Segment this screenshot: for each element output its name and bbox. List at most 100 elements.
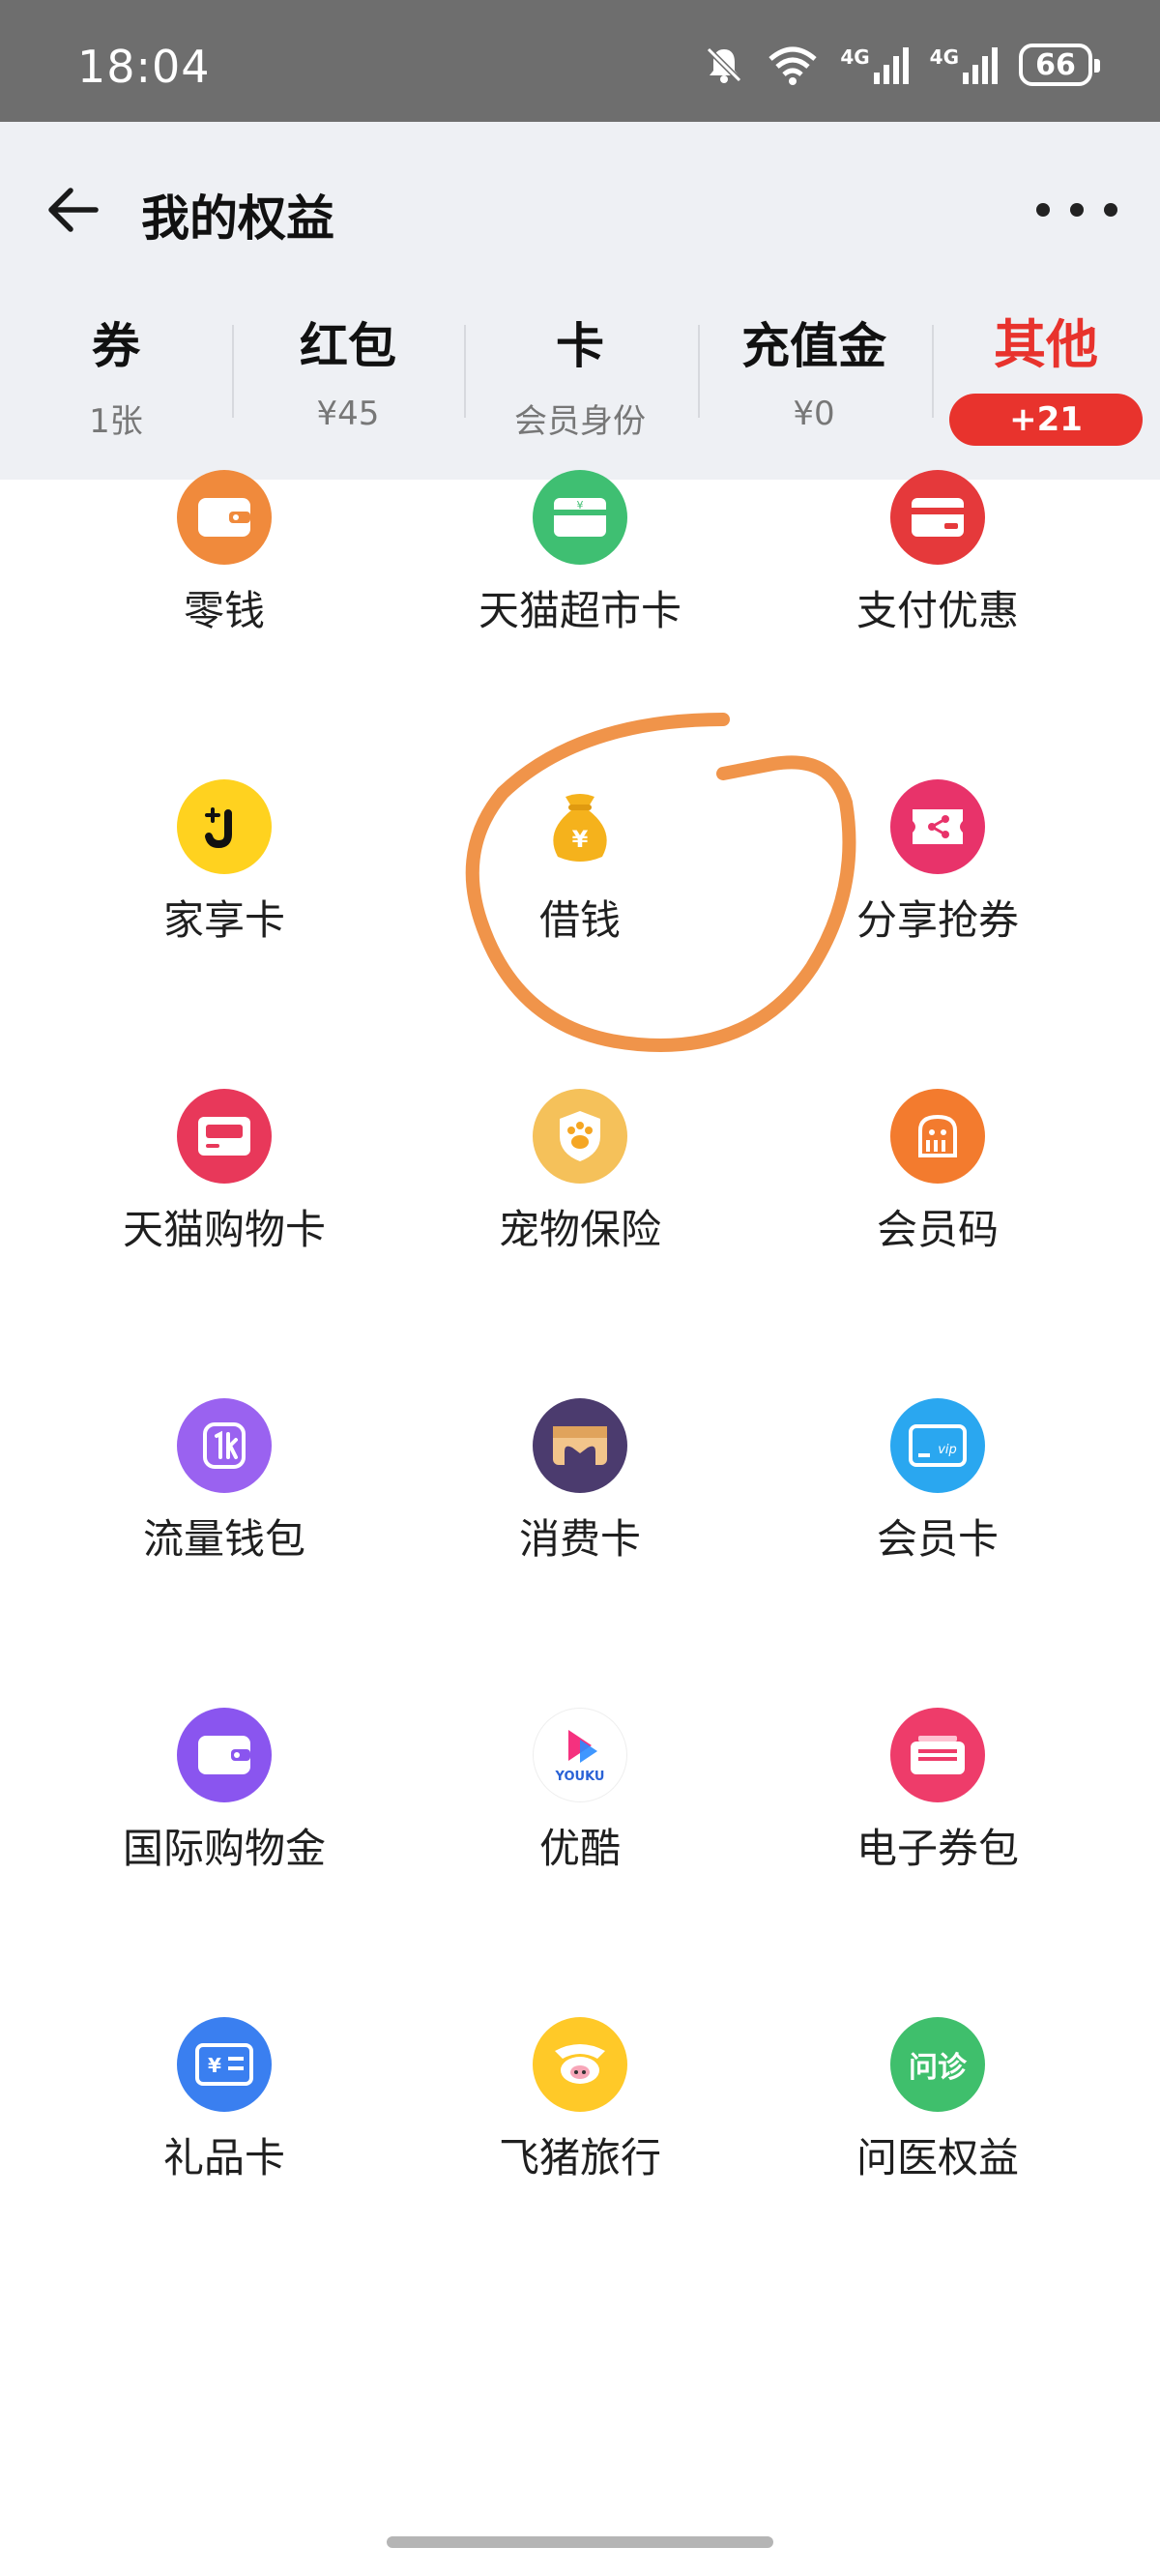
benefit-label: 问医权益 bbox=[856, 2134, 1019, 2181]
benefit-tmall-shopping-card[interactable]: 天猫购物卡 bbox=[50, 1079, 398, 1369]
dot bbox=[1104, 203, 1117, 217]
benefit-label: 天猫购物卡 bbox=[122, 1206, 326, 1253]
tab-other[interactable]: 其他 +21 bbox=[949, 302, 1143, 446]
youku-icon: YOUKU bbox=[533, 1708, 627, 1802]
pet-insurance-icon bbox=[533, 1089, 627, 1184]
benefit-label: 优酷 bbox=[538, 1825, 621, 1872]
benefit-payment-discount[interactable]: 支付优惠 bbox=[764, 460, 1112, 750]
tab-label: 红包 bbox=[300, 318, 396, 374]
benefit-label: 流量钱包 bbox=[142, 1515, 305, 1563]
battery-level: 66 bbox=[1035, 47, 1076, 82]
tab-sub: ¥0 bbox=[793, 395, 835, 433]
benefit-fliggy-travel[interactable]: 飞猪旅行 bbox=[406, 2007, 754, 2298]
tab-label: 充值金 bbox=[741, 318, 886, 374]
divider bbox=[464, 325, 466, 418]
tab-top-up[interactable]: 充值金 ¥0 bbox=[717, 302, 911, 433]
tab-label: 卡 bbox=[556, 318, 604, 374]
consumer-card-icon bbox=[533, 1398, 627, 1493]
back-arrow-icon bbox=[48, 188, 99, 232]
supermarket-card-icon: ¥ bbox=[533, 470, 627, 565]
benefit-e-coupon-pack[interactable]: 电子券包 bbox=[764, 1698, 1112, 1988]
tab-red-packets[interactable]: 红包 ¥45 bbox=[251, 302, 445, 433]
benefit-change[interactable]: 零钱 bbox=[50, 460, 398, 750]
wifi-icon bbox=[768, 46, 817, 85]
benefit-family-card[interactable]: 家享卡 bbox=[50, 770, 398, 1060]
shopping-card-icon bbox=[177, 1089, 272, 1184]
signal-1: 4G bbox=[840, 45, 909, 84]
payment-card-icon bbox=[890, 470, 985, 565]
benefit-label: 分享抢券 bbox=[856, 896, 1019, 944]
benefit-label: 国际购物金 bbox=[122, 1825, 326, 1872]
benefit-global-shopping-gold[interactable]: 国际购物金 bbox=[50, 1698, 398, 1988]
youku-logo-text: YOUKU bbox=[555, 1770, 605, 1784]
more-options-button[interactable] bbox=[1036, 186, 1117, 234]
divider bbox=[698, 325, 700, 418]
member-code-icon bbox=[890, 1089, 985, 1184]
benefit-label: 家享卡 bbox=[162, 896, 285, 944]
back-button[interactable] bbox=[39, 176, 106, 244]
divider bbox=[232, 325, 234, 418]
tab-sub: 1张 bbox=[89, 402, 143, 441]
benefit-data-wallet[interactable]: 流量钱包 bbox=[50, 1389, 398, 1679]
fliggy-icon bbox=[533, 2017, 627, 2112]
share-coupon-icon bbox=[890, 779, 985, 874]
divider bbox=[932, 325, 934, 418]
benefit-gift-card[interactable]: ¥ 礼品卡 bbox=[50, 2007, 398, 2298]
benefit-label: 借钱 bbox=[538, 896, 621, 944]
tab-cards[interactable]: 卡 会员身份 bbox=[483, 302, 677, 441]
benefit-label: 天猫超市卡 bbox=[478, 587, 682, 634]
benefit-label: 会员码 bbox=[876, 1206, 999, 1253]
benefit-share-coupon[interactable]: 分享抢券 bbox=[764, 770, 1112, 1060]
benefit-label: 电子券包 bbox=[856, 1825, 1019, 1872]
benefit-label: 零钱 bbox=[183, 587, 265, 634]
status-bar: 18:04 4G 4G 66 bbox=[0, 0, 1160, 122]
status-time: 18:04 bbox=[77, 41, 211, 93]
mute-icon bbox=[707, 46, 742, 83]
svg-text:¥: ¥ bbox=[208, 2054, 221, 2077]
benefit-youku[interactable]: YOUKU 优酷 bbox=[406, 1698, 754, 1988]
benefit-pet-insurance[interactable]: 宠物保险 bbox=[406, 1079, 754, 1369]
gift-card-icon: ¥ bbox=[177, 2017, 272, 2112]
tab-label: 券 bbox=[92, 318, 140, 374]
svg-text:¥: ¥ bbox=[572, 826, 589, 853]
signal-icon bbox=[873, 47, 909, 84]
page-title: 我的权益 bbox=[141, 190, 334, 247]
data-wallet-icon bbox=[177, 1398, 272, 1493]
battery-icon: 66 bbox=[1019, 44, 1100, 86]
vip-card-icon: vip bbox=[890, 1398, 985, 1493]
tab-coupons[interactable]: 券 1张 bbox=[19, 302, 213, 441]
benefit-vip-card[interactable]: vip 会员卡 bbox=[764, 1389, 1112, 1679]
benefit-label: 支付优惠 bbox=[856, 587, 1019, 634]
benefit-member-code[interactable]: 会员码 bbox=[764, 1079, 1112, 1369]
tab-label: 其他 bbox=[994, 314, 1098, 375]
dot bbox=[1070, 203, 1084, 217]
e-coupon-icon bbox=[890, 1708, 985, 1802]
benefit-borrow-money[interactable]: ¥ 借钱 bbox=[406, 770, 754, 1060]
home-indicator[interactable] bbox=[387, 2536, 773, 2548]
signal-2: 4G bbox=[930, 45, 998, 84]
benefit-label: 会员卡 bbox=[876, 1515, 999, 1563]
benefit-doctor-consult[interactable]: 问诊 问医权益 bbox=[764, 2007, 1112, 2298]
status-icons: 4G 4G 66 bbox=[703, 39, 1100, 91]
consult-icon-text: 问诊 bbox=[909, 2051, 967, 2085]
money-bag-icon: ¥ bbox=[533, 779, 627, 874]
benefit-supermarket-card[interactable]: ¥ 天猫超市卡 bbox=[406, 460, 754, 750]
tab-sub: ¥45 bbox=[316, 395, 380, 433]
benefit-consumer-card[interactable]: 消费卡 bbox=[406, 1389, 754, 1679]
global-wallet-icon bbox=[177, 1708, 272, 1802]
network-label: 4G bbox=[840, 45, 870, 69]
benefit-label: 飞猪旅行 bbox=[498, 2134, 661, 2181]
svg-text:¥: ¥ bbox=[577, 499, 584, 512]
benefit-label: 礼品卡 bbox=[162, 2134, 285, 2181]
count-badge: +21 bbox=[949, 394, 1143, 446]
wallet-icon bbox=[177, 470, 272, 565]
network-label: 4G bbox=[929, 45, 959, 69]
header: 我的权益 券 1张 红包 ¥45 卡 会员身份 充值金 ¥0 其他 +21 bbox=[0, 122, 1160, 480]
signal-icon bbox=[963, 47, 998, 84]
dot bbox=[1036, 203, 1050, 217]
benefit-tabs: 券 1张 红包 ¥45 卡 会员身份 充值金 ¥0 其他 +21 bbox=[0, 302, 1160, 447]
doctor-consult-icon: 问诊 bbox=[890, 2017, 985, 2112]
benefit-label: 宠物保险 bbox=[498, 1206, 661, 1253]
family-card-icon bbox=[177, 779, 272, 874]
benefit-label: 消费卡 bbox=[518, 1515, 641, 1563]
